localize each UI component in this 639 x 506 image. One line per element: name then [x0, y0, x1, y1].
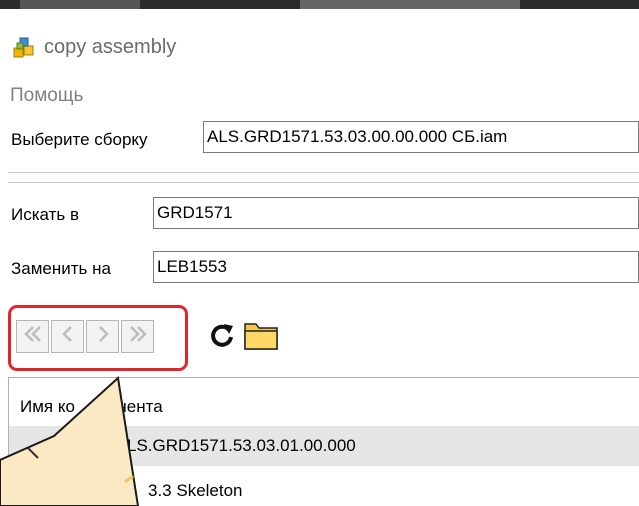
tree-row-label[interactable]: LS.GRD1571.53.03.01.00.000	[127, 436, 356, 456]
menu-bar: Помощь	[0, 73, 639, 117]
last-icon	[127, 323, 149, 350]
prev-button[interactable]	[51, 320, 84, 353]
divider	[8, 182, 639, 183]
divider	[8, 172, 639, 173]
refresh-button[interactable]	[205, 320, 239, 354]
column-header-end: онента	[107, 397, 163, 416]
top-strip-segment	[20, 0, 140, 9]
prev-icon	[57, 323, 79, 350]
first-icon	[22, 323, 44, 350]
next-button[interactable]	[86, 320, 119, 353]
tree-row-label[interactable]: 3.3 Skeleton	[148, 481, 243, 501]
last-button[interactable]	[121, 320, 154, 353]
assembly-field[interactable]: ALS.GRD1571.53.03.00.00.000 СБ.iam	[203, 121, 639, 153]
assembly-label: Выберите сборку	[11, 130, 148, 149]
next-icon	[92, 323, 114, 350]
first-button[interactable]	[16, 320, 49, 353]
replace-label: Заменить на	[11, 259, 111, 278]
menu-item-help[interactable]: Помощь	[10, 85, 83, 107]
column-header: Имя ко онента	[20, 397, 163, 417]
assembly-icon	[12, 35, 36, 59]
column-header-start: Имя ко	[20, 397, 75, 416]
top-strip-segment	[300, 0, 520, 9]
replace-input[interactable]: LEB1553	[153, 251, 639, 283]
folder-button[interactable]	[244, 320, 278, 354]
title-bar: copy assembly	[0, 9, 639, 73]
window-title: copy assembly	[44, 36, 177, 58]
top-strip	[0, 0, 639, 9]
folder-icon	[244, 320, 278, 355]
search-input[interactable]: GRD1571	[153, 197, 639, 229]
search-label: Искать в	[11, 205, 80, 224]
refresh-icon	[208, 321, 236, 354]
